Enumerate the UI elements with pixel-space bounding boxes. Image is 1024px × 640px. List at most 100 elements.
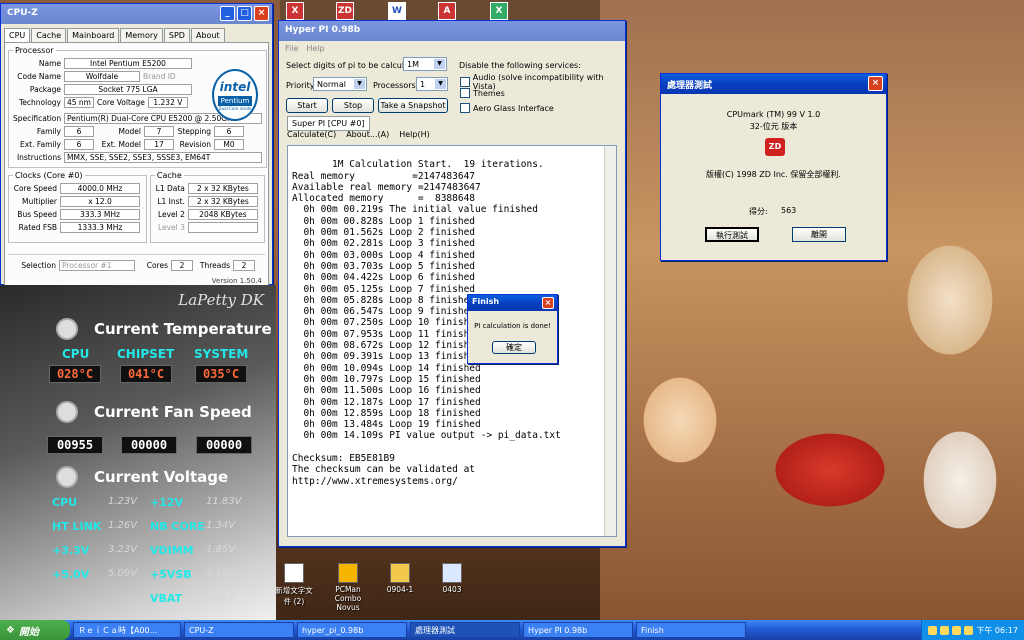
version-label: Version 1.50.4	[211, 277, 262, 285]
start-button[interactable]: ❖ 開始	[0, 620, 70, 640]
voltage-label: +5VSB	[150, 568, 192, 581]
multiplier-label: Multiplier	[22, 197, 57, 206]
calculation-output[interactable]: 1M Calculation Start. 19 iterations. Rea…	[287, 145, 617, 537]
selection-dropdown[interactable]: Processor #1	[59, 260, 135, 271]
checkbox-box[interactable]	[460, 77, 470, 87]
tab-cpu[interactable]: CPU	[4, 28, 31, 42]
word-doc-icon	[442, 563, 462, 583]
tray-icon[interactable]	[940, 625, 950, 635]
tab-cache[interactable]: Cache	[31, 28, 67, 42]
tray-icon[interactable]	[964, 625, 974, 635]
start-button[interactable]: Start	[286, 98, 328, 113]
voltage-label: HT LINK	[52, 520, 102, 533]
taskbar-item-hyperpi[interactable]: Hyper PI 0.98b	[523, 622, 633, 638]
snapshot-button[interactable]: Take a Snapshot	[378, 98, 448, 113]
desktop-icon-doc[interactable]: 0403	[430, 563, 474, 594]
tab-superpi-cpu0[interactable]: Super PI [CPU #0]	[287, 116, 370, 131]
menu-calculate[interactable]: Calculate(C)	[287, 130, 336, 139]
fan2-display: 00000	[121, 436, 177, 454]
desktop-icon-textfile[interactable]: 新增文字文件 (2)	[272, 563, 316, 607]
excel-icon-2[interactable]: X	[490, 2, 508, 20]
cores-value: 2	[171, 260, 193, 271]
finish-titlebar[interactable]: Finish ×	[468, 295, 557, 311]
desktop-icon-folder[interactable]: 0904-1	[378, 563, 422, 594]
excel-icon[interactable]: X	[286, 2, 304, 20]
minimize-button[interactable]: _	[220, 6, 235, 21]
maximize-button[interactable]: □	[237, 6, 252, 21]
word-icon[interactable]: W	[388, 2, 406, 20]
hyperpi-window[interactable]: Hyper PI 0.98b File Help Select digits o…	[278, 20, 626, 547]
tray-icon[interactable]	[952, 625, 962, 635]
disable-services-label: Disable the following services:	[459, 61, 581, 70]
processors-label: Processors:	[373, 81, 419, 90]
cpumark-titlebar[interactable]: 處理器測試 ×	[661, 74, 886, 94]
copyright-text: 版權(C) 1998 ZD Inc. 保留全部權利.	[706, 170, 841, 179]
clock[interactable]: 下午 06:17	[976, 625, 1018, 636]
tab-memory[interactable]: Memory	[120, 28, 163, 42]
digits-select[interactable]: 1M ▼	[403, 57, 447, 71]
cpu-temp-display: 028°C	[49, 365, 101, 383]
tab-about[interactable]: About	[190, 28, 225, 42]
menu-help[interactable]: Help	[306, 44, 324, 53]
clocks-group: Clocks (Core #0) Core Speed 4000.0 MHz Mu…	[8, 171, 147, 243]
gadget-logo: LaPetty DK	[178, 291, 264, 309]
checkbox-box[interactable]	[460, 103, 470, 113]
menu-file[interactable]: File	[285, 44, 298, 53]
corevoltage-label: Core Voltage	[97, 98, 145, 107]
priority-label: Priority:	[286, 81, 317, 90]
icon-label: 0904-1	[386, 585, 414, 594]
taskbar: ❖ 開始 ＲｅｉＣａ時【A00... CPU-Z hyper_pi_0.98b 處…	[0, 620, 1024, 640]
name-value: Intel Pentium E5200	[64, 58, 192, 69]
close-button[interactable]: ×	[542, 297, 554, 309]
zd-icon[interactable]: ZD	[336, 2, 354, 20]
temperature-title: Current Temperature	[94, 320, 272, 338]
cpumark-window[interactable]: 處理器測試 × CPUmark (TM) 99 V 1.0 32-位元 版本 Z…	[660, 73, 887, 261]
stop-button[interactable]: Stop	[332, 98, 374, 113]
close-button[interactable]: ×	[254, 6, 269, 21]
tab-spd[interactable]: SPD	[163, 28, 190, 42]
ok-button[interactable]: 確定	[492, 341, 536, 354]
voltage-value: 5.09V	[108, 568, 138, 579]
voltage-label: NB CORE	[150, 520, 205, 533]
processor-group: Processor Name Intel Pentium E5200 Code N…	[8, 46, 267, 168]
taskbar-item-cpumark[interactable]: 處理器測試	[410, 622, 520, 638]
taskbar-label: Finish	[641, 625, 664, 635]
run-test-button[interactable]: 執行測試	[705, 227, 759, 242]
busspeed-value: 333.3 MHz	[60, 209, 140, 220]
vertical-scrollbar[interactable]	[604, 146, 616, 536]
taskbar-item-finish[interactable]: Finish	[636, 622, 746, 638]
exit-button[interactable]: 離開	[792, 227, 846, 242]
tray-icon[interactable]	[928, 625, 938, 635]
checkbox-box[interactable]	[460, 88, 470, 98]
processors-select[interactable]: 1 ▼	[416, 77, 448, 91]
extmodel-value: 17	[144, 139, 174, 150]
menu-about[interactable]: About...(A)	[346, 130, 389, 139]
cpuz-titlebar[interactable]: CPU-Z _ □ ×	[1, 4, 272, 24]
digits-value: 1M	[407, 60, 419, 69]
pcman-icon	[338, 563, 358, 583]
desktop-icon-pcman[interactable]: PCMan Combo Novus	[326, 563, 370, 612]
taskbar-item-hyperpi-folder[interactable]: hyper_pi_0.98b	[297, 622, 407, 638]
tab-mainboard[interactable]: Mainboard	[67, 28, 120, 42]
fan3-display: 00000	[196, 436, 252, 454]
menu-help[interactable]: Help(H)	[399, 130, 430, 139]
priority-select[interactable]: Normal ▼	[313, 77, 367, 91]
icon-label: PCMan Combo Novus	[334, 585, 362, 612]
cpuz-tabs: CPU Cache Mainboard Memory SPD About	[1, 24, 272, 42]
close-button[interactable]: ×	[868, 76, 883, 91]
priority-value: Normal	[317, 80, 346, 89]
voltage-value: 1.23V	[108, 496, 138, 507]
cpuz-window[interactable]: CPU-Z _ □ × CPU Cache Mainboard Memory SPD…	[0, 3, 273, 288]
cpumark-bits: 32-位元 版本	[749, 122, 798, 131]
taskbar-item-cpuz[interactable]: CPU-Z	[184, 622, 294, 638]
taskbar-item-browser[interactable]: ＲｅｉＣａ時【A00...	[73, 622, 181, 638]
aero-checkbox[interactable]: Aero Glass Interface	[460, 103, 554, 113]
hyperpi-titlebar[interactable]: Hyper PI 0.98b	[279, 21, 625, 41]
voltage-label: +5.0V	[52, 568, 90, 581]
voltage-icon	[56, 466, 78, 488]
stepping-label: Stepping	[177, 127, 211, 136]
finish-dialog[interactable]: Finish × PI calculation is done! 確定	[467, 294, 558, 364]
themes-checkbox[interactable]: Themes	[460, 88, 505, 98]
revision-value: M0	[214, 139, 244, 150]
pdf-icon[interactable]: A	[438, 2, 456, 20]
